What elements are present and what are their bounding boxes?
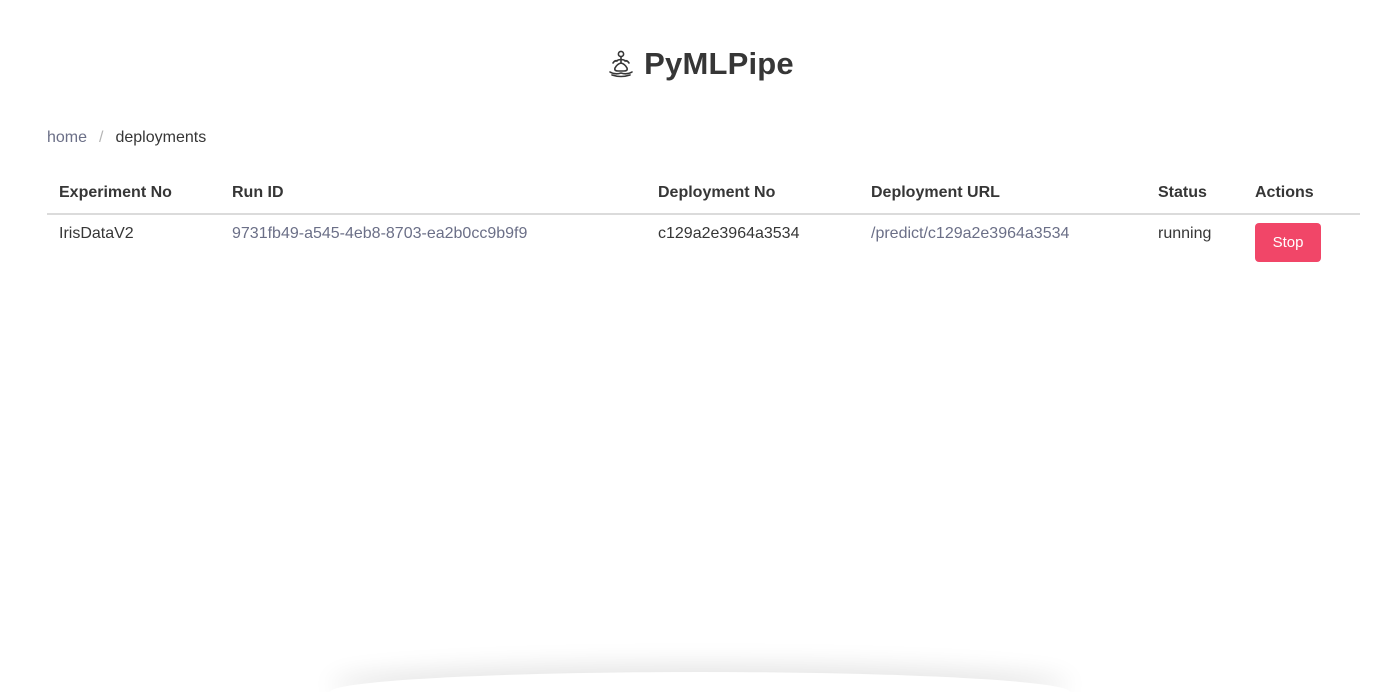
meditation-icon <box>606 49 636 79</box>
deployment-url-link[interactable]: /predict/c129a2e3964a3534 <box>871 225 1069 242</box>
breadcrumb-home-link[interactable]: home <box>47 129 87 147</box>
cell-experiment-no: IrisDataV2 <box>59 225 134 242</box>
app-title: PyMLPipe <box>644 46 794 81</box>
deployments-table: Experiment No Run ID Deployment No Deplo… <box>47 175 1360 272</box>
app-logo[interactable]: PyMLPipe <box>606 46 794 82</box>
header-status: Status <box>1146 175 1243 215</box>
table-row: IrisDataV2 9731fb49-a545-4eb8-8703-ea2b0… <box>47 214 1360 272</box>
bottom-shadow <box>330 672 1070 692</box>
cell-status: running <box>1158 225 1212 242</box>
table-header-row: Experiment No Run ID Deployment No Deplo… <box>47 175 1360 215</box>
cell-deployment-no: c129a2e3964a3534 <box>658 225 800 242</box>
cell-actions: Stop <box>1243 214 1360 272</box>
header-run-id: Run ID <box>220 175 646 215</box>
header-experiment-no: Experiment No <box>47 175 220 215</box>
table-header: Experiment No Run ID Deployment No Deplo… <box>47 175 1360 215</box>
header-actions: Actions <box>1243 175 1360 215</box>
header-deployment-url: Deployment URL <box>859 175 1146 215</box>
run-id-link[interactable]: 9731fb49-a545-4eb8-8703-ea2b0cc9b9f9 <box>232 225 527 242</box>
app-header: PyMLPipe <box>0 40 1400 88</box>
deployments-page: PyMLPipe home / deployments Experiment N… <box>0 0 1400 692</box>
breadcrumb-separator: / <box>99 129 104 146</box>
breadcrumb-current: deployments <box>115 129 207 146</box>
stop-button[interactable]: Stop <box>1255 223 1321 262</box>
cell-run-id: 9731fb49-a545-4eb8-8703-ea2b0cc9b9f9 <box>220 214 646 272</box>
cell-deployment-url: /predict/c129a2e3964a3534 <box>859 214 1146 272</box>
breadcrumb: home / deployments <box>47 129 206 147</box>
header-deployment-no: Deployment No <box>646 175 859 215</box>
table-body: IrisDataV2 9731fb49-a545-4eb8-8703-ea2b0… <box>47 214 1360 272</box>
